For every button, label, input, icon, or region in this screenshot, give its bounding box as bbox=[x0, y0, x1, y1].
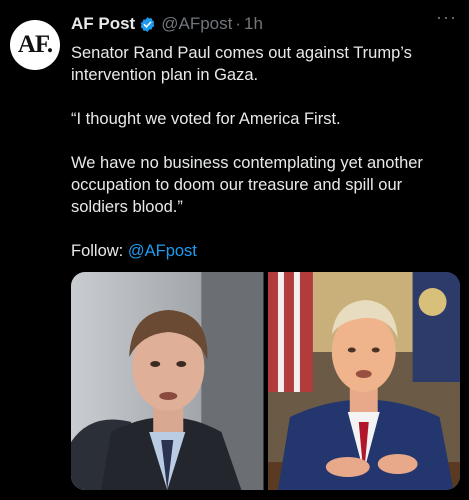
follow-label: Follow: bbox=[71, 242, 128, 260]
media-grid bbox=[71, 272, 460, 490]
avatar[interactable]: AF. bbox=[10, 20, 60, 70]
verified-badge-icon[interactable] bbox=[139, 16, 156, 33]
follow-line: Follow: @AFpost bbox=[71, 240, 457, 262]
avatar-logo-text: AF. bbox=[17, 31, 53, 58]
post-header: AF Post @AFpost · 1h bbox=[71, 14, 429, 34]
more-options-icon[interactable]: ··· bbox=[436, 8, 457, 26]
post-text-line: Senator Rand Paul comes out against Trum… bbox=[71, 44, 412, 84]
post-text-line: We have no business contemplating yet an… bbox=[71, 154, 423, 216]
post-text-line: “I thought we voted for America First. bbox=[71, 110, 341, 128]
separator-dot: · bbox=[235, 14, 242, 33]
photo-right[interactable] bbox=[267, 272, 461, 490]
post-timestamp[interactable]: 1h bbox=[244, 14, 263, 34]
author-handle[interactable]: @AFpost bbox=[161, 14, 232, 34]
follow-link[interactable]: @AFpost bbox=[128, 242, 197, 260]
author-name[interactable]: AF Post bbox=[71, 14, 135, 34]
photo-left[interactable] bbox=[71, 272, 264, 490]
post-text: Senator Rand Paul comes out against Trum… bbox=[71, 42, 457, 262]
